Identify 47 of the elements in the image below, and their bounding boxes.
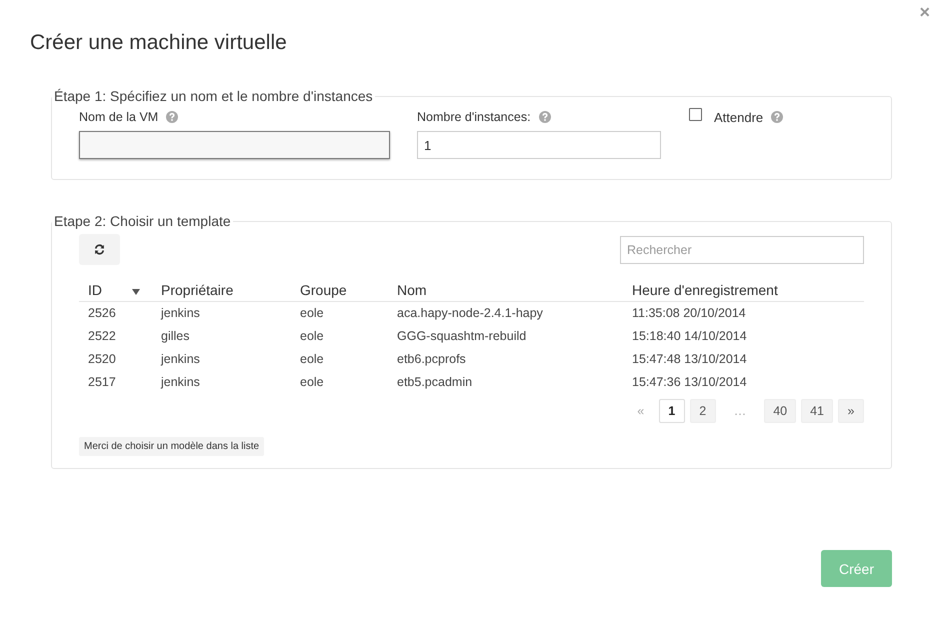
page-button[interactable]: 40 [764,399,796,423]
table-cell: 11:35:08 20/10/2014 [623,302,864,325]
field-label: Nombre d'instances: [417,110,531,124]
column-header[interactable]: ID [79,279,152,302]
help-icon[interactable] [166,111,178,123]
page-button[interactable]: » [838,399,864,423]
column-header[interactable]: Heure d'enregistrement [623,279,864,302]
table-cell: jenkins [152,302,291,325]
table-cell-text: eole [299,328,325,345]
table-cell: 2526 [79,302,152,325]
page-button[interactable]: 1 [658,399,685,423]
table-cell-text: 2520 [87,351,117,368]
table-cell-text: GGG-squashtm-rebuild [396,328,528,345]
refresh-icon [94,244,105,255]
table-cell-text: jenkins [160,351,201,368]
table-cell-text: etb6.pcprofs [396,351,467,368]
column-header[interactable]: Nom [388,279,623,302]
table-cell-text: 15:47:48 13/10/2014 [631,351,748,368]
table-cell-text: 2517 [87,374,117,391]
table-cell-text: jenkins [160,374,201,391]
instance-count-field[interactable]: 1 [417,131,661,159]
table-cell: aca.hapy-node-2.4.1-hapy [388,302,623,325]
vm-name-field[interactable] [79,131,390,159]
table-cell-text: 15:18:40 14/10/2014 [631,328,748,345]
search-field[interactable]: Rechercher [620,236,864,264]
table-cell-text: 2522 [87,328,117,345]
help-icon[interactable] [538,111,551,123]
field-label: Nom de la VM [79,110,158,124]
page-button[interactable]: 2 [690,399,716,423]
table-cell-text: etb5.pcadmin [396,374,474,391]
table-cell-text: eole [299,374,325,391]
table-cell: eole [291,302,388,325]
dialog-title: Créer une machine virtuelle [30,31,287,55]
checkbox-label: Attendre [714,110,764,124]
column-header[interactable]: Groupe [291,279,388,302]
hint-label: Merci de choisir un modèle dans la liste [79,437,264,456]
page-button[interactable]: 41 [801,399,833,423]
sort-caret-icon[interactable] [132,289,140,295]
help-icon[interactable] [771,111,784,123]
section-legend: Étape 1: Spécifiez un nom et le nombre d'instances [52,88,375,104]
table-cell-text: 15:47:36 13/10/2014 [631,374,748,391]
table-cell-text: gilles [160,328,190,345]
section-legend: Etape 2: Choisir un template [52,213,233,229]
table-cell-text: eole [299,351,325,368]
checkbox[interactable] [689,108,702,120]
column-header[interactable]: Propriétaire [152,279,291,302]
refresh-button[interactable] [79,234,120,265]
